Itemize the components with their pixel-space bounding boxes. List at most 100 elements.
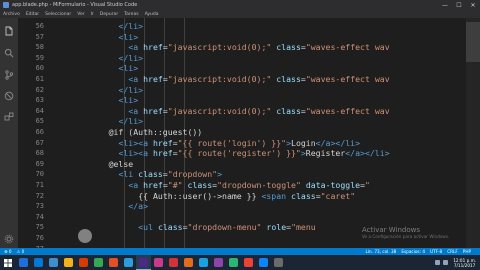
explorer-files-icon[interactable]: [4, 26, 14, 36]
taskbar-app-icon[interactable]: [91, 255, 106, 270]
taskbar-app-icon[interactable]: [76, 255, 91, 270]
system-tray: 12:01 p.m. 7/11/2017: [435, 255, 480, 270]
menu-archivo[interactable]: Archivo: [3, 12, 20, 17]
line-number: 62: [35, 85, 44, 94]
taskbar-app-icon[interactable]: [136, 255, 151, 270]
code-token: <ul: [138, 222, 158, 233]
code-token: href: [152, 137, 173, 148]
taskbar-app-icon[interactable]: [16, 255, 31, 270]
code-token: "waves-effect wav: [305, 74, 390, 84]
code-editor[interactable]: </li> <li> <a href="javascript:void(0);" c…: [48, 18, 466, 248]
line-number: 65: [35, 117, 44, 126]
taskbar-app-icon[interactable]: [181, 255, 196, 270]
close-button[interactable]: ✕: [466, 0, 480, 10]
code-token: "waves-effect wav: [305, 42, 390, 53]
line-number: 67: [35, 138, 44, 147]
maximize-button[interactable]: ☐: [452, 0, 466, 10]
menu-depurar[interactable]: Depurar: [100, 12, 118, 17]
warnings-count[interactable]: ⚠ 0: [17, 249, 25, 254]
indentation[interactable]: Espacios: 4: [401, 249, 425, 254]
extensions-icon[interactable]: [4, 112, 14, 122]
app-icon: [229, 258, 238, 267]
code-token: class: [187, 180, 213, 190]
clock-time: 12:01 p.m.: [453, 257, 476, 263]
code-line: <a href="javascript:void(0);" class="wav…: [128, 106, 389, 117]
code-line: <li>: [118, 63, 138, 74]
code-line: <li><a href="{{ route('login') }}">Login…: [118, 138, 360, 149]
app-icon: [94, 258, 103, 267]
gear-icon[interactable]: [4, 234, 14, 244]
taskbar-app-icon[interactable]: [226, 255, 241, 270]
code-token: </li>: [118, 116, 144, 127]
minimap[interactable]: [466, 18, 480, 248]
errors-count[interactable]: ⊗ 0: [4, 249, 12, 254]
vscode-logo-icon: [3, 2, 9, 8]
taskbar-app-icon[interactable]: [256, 255, 271, 270]
cursor-position[interactable]: Lín. 73, col. 38: [366, 249, 397, 254]
code-token: role: [266, 222, 287, 233]
minimap-slider[interactable]: [466, 22, 480, 62]
code-token: href: [143, 180, 163, 190]
menu-tareas[interactable]: Tareas: [124, 12, 138, 17]
code-line: <a href="javascript:void(0);" class="wav…: [128, 42, 389, 53]
code-token: class: [157, 222, 183, 233]
line-number: 59: [35, 53, 44, 62]
taskbar-apps: [16, 255, 286, 270]
app-icon: [214, 258, 223, 267]
taskbar-app-icon[interactable]: [46, 255, 61, 270]
activity-bar: [0, 18, 18, 248]
taskbar-app-icon[interactable]: [211, 255, 226, 270]
line-number-gutter: 56 57 58 59 60 61 62 63 64 65 66 67 68 69 70 71 72 73 74 75…: [18, 18, 48, 248]
code-token: Login: [291, 137, 316, 148]
taskbar-app-icon[interactable]: [241, 255, 256, 270]
taskbar-app-icon[interactable]: [106, 255, 121, 270]
language-mode[interactable]: PHP: [463, 249, 471, 254]
minimize-button[interactable]: —: [438, 0, 452, 10]
mouse-cursor-indicator: [78, 229, 92, 243]
menu-editar[interactable]: Editar: [26, 12, 39, 17]
code-token: href: [143, 42, 163, 53]
code-token: "dropdown-toggle": [217, 180, 301, 190]
code-line: <a href="#" class="dropdown-toggle" data…: [128, 180, 370, 191]
volume-icon[interactable]: [443, 260, 449, 265]
source-control-icon[interactable]: [4, 70, 14, 80]
menu-ver[interactable]: Ver: [77, 12, 84, 17]
start-button[interactable]: [0, 255, 16, 270]
menu-ir[interactable]: Ir: [91, 12, 94, 17]
network-icon[interactable]: [435, 260, 441, 265]
code-token: </li>: [118, 21, 144, 31]
clock-date: 7/11/2017: [453, 262, 476, 268]
code-line: </li>: [118, 85, 143, 96]
line-ending[interactable]: CRLF: [447, 249, 458, 254]
taskbar-app-icon[interactable]: [271, 255, 286, 270]
taskbar-clock[interactable]: 12:01 p.m. 7/11/2017: [453, 258, 476, 268]
taskbar-app-icon[interactable]: [121, 255, 136, 270]
code-token: <li>: [118, 31, 139, 42]
code-line: </li>: [118, 53, 143, 64]
taskbar-app-icon[interactable]: [166, 255, 181, 270]
code-token: <li><a: [118, 137, 153, 148]
debug-icon[interactable]: [4, 91, 14, 101]
taskbar-app-icon[interactable]: [31, 255, 46, 270]
search-icon[interactable]: [4, 48, 14, 58]
code-line: <li><a href="{{ route('register') }}">Re…: [118, 148, 389, 159]
app-icon: [79, 258, 88, 267]
code-token: "javascript:void(0);": [167, 105, 272, 116]
taskbar-app-icon[interactable]: [61, 255, 76, 270]
app-icon: [154, 258, 163, 267]
window-title: app.blade.php - MiFormulario - Visual St…: [12, 2, 138, 8]
menu-seleccionar[interactable]: Seleccionar: [45, 12, 71, 17]
code-line: <li>: [118, 32, 138, 43]
code-token: class: [276, 74, 301, 84]
encoding[interactable]: UTF-8: [430, 249, 442, 254]
app-icon: [19, 258, 28, 267]
code-token: href: [143, 105, 163, 116]
app-icon: [259, 258, 268, 267]
windows-logo-icon: [4, 258, 12, 267]
windows-taskbar: 12:01 p.m. 7/11/2017: [0, 255, 480, 270]
taskbar-app-icon[interactable]: [151, 255, 166, 270]
taskbar-app-icon[interactable]: [196, 255, 211, 270]
code-line: <ul class="dropdown-menu" role="menu: [138, 222, 316, 233]
menu-ayuda[interactable]: Ayuda: [145, 12, 159, 17]
line-number: 70: [35, 170, 44, 179]
